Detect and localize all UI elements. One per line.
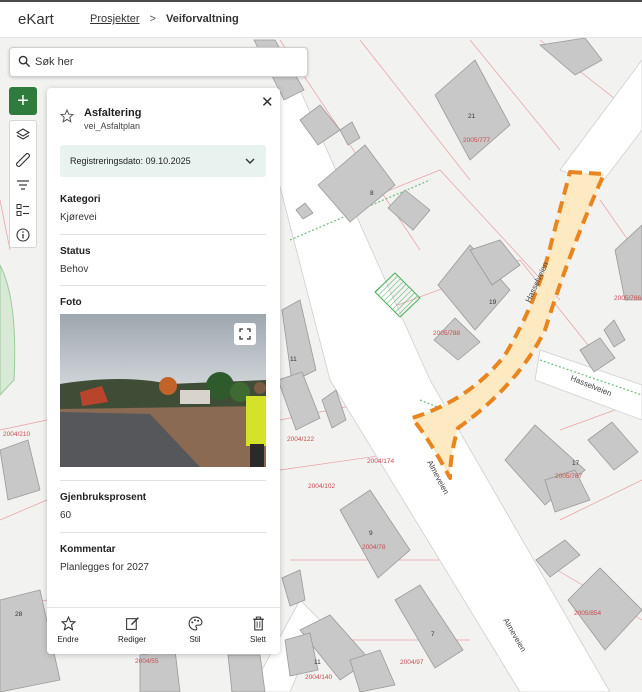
map-toolbar xyxy=(9,120,37,248)
comment-value: Planlegges for 2027 xyxy=(60,562,149,573)
parcel-label: 2004/174 xyxy=(367,458,394,465)
legend-icon xyxy=(16,204,29,216)
layers-icon xyxy=(16,128,30,140)
house-number: 28 xyxy=(15,611,23,618)
chevron-down-icon xyxy=(244,154,256,172)
info-button[interactable] xyxy=(10,223,36,247)
parcel-label: 2004/97 xyxy=(400,659,424,666)
comment-label: Kommentar xyxy=(60,544,116,555)
expand-photo-button[interactable] xyxy=(234,323,256,345)
divider xyxy=(60,480,266,481)
divider xyxy=(60,234,266,235)
app-logo[interactable]: eKart xyxy=(18,11,54,28)
reuse-percent-value: 60 xyxy=(60,510,72,521)
parcel-label: 2004/55 xyxy=(135,658,159,665)
style-label: Stil xyxy=(189,635,201,644)
plus-icon: + xyxy=(17,90,29,112)
star-icon xyxy=(59,108,75,128)
feature-layer-name: vei_Asfaltplan xyxy=(84,121,141,131)
house-number: 21 xyxy=(468,113,476,120)
registration-date-label: Registreringsdato: 09.10.2025 xyxy=(70,156,191,166)
legend-button[interactable] xyxy=(10,198,36,222)
parcel-label: 2004/102 xyxy=(308,483,335,490)
delete-label: Slett xyxy=(249,635,266,644)
house-number: 11 xyxy=(290,356,297,363)
parcel-label: 2005/854 xyxy=(574,610,601,617)
info-icon xyxy=(16,228,30,242)
parcel-label: 2005/777 xyxy=(463,137,490,144)
trash-icon xyxy=(233,616,283,634)
parcel-label: 2004/140 xyxy=(305,674,332,681)
measure-button[interactable] xyxy=(10,148,36,172)
feature-photo[interactable] xyxy=(60,314,266,467)
filter-button[interactable] xyxy=(10,173,36,197)
search-bar[interactable]: Søk her xyxy=(9,47,308,77)
edit-button[interactable]: Rediger xyxy=(107,616,157,652)
house-number: 8 xyxy=(370,190,374,197)
palette-icon xyxy=(170,616,220,634)
star-outline-icon xyxy=(43,615,93,634)
status-label: Status xyxy=(60,246,91,257)
pencil-icon xyxy=(107,616,157,634)
edit-shape-label: Endre xyxy=(57,635,79,644)
breadcrumb-projects-link[interactable]: Prosjekter xyxy=(90,13,140,25)
parcel-label: 2004/78 xyxy=(362,544,386,551)
delete-button[interactable]: Slett xyxy=(233,616,283,652)
breadcrumb-current: Veiforvaltning xyxy=(165,13,239,25)
photo-label: Foto xyxy=(60,297,82,308)
registration-date-dropdown[interactable]: Registreringsdato: 09.10.2025 xyxy=(60,145,266,177)
status-value: Behov xyxy=(60,264,89,275)
house-number: 19 xyxy=(489,299,497,306)
divider xyxy=(60,285,266,286)
feature-title: Asfaltering xyxy=(84,107,142,119)
house-number: 9 xyxy=(369,530,373,537)
breadcrumb: Prosjekter > Veiforvaltning xyxy=(90,13,239,25)
house-number: 11 xyxy=(314,659,321,666)
edit-label: Rediger xyxy=(117,635,146,644)
house-number: 7 xyxy=(431,631,435,638)
reuse-percent-label: Gjenbruksprosent xyxy=(60,492,147,503)
add-button[interactable]: + xyxy=(9,87,37,115)
search-input[interactable]: Søk her xyxy=(35,56,74,68)
parcel-label: 2005/788 xyxy=(433,330,460,337)
parcel-label: 2005/786 xyxy=(614,295,641,302)
layers-button[interactable] xyxy=(10,123,36,147)
fullscreen-icon xyxy=(239,328,251,340)
chevron-right-icon: > xyxy=(149,13,156,25)
ruler-icon xyxy=(16,153,30,167)
category-value: Kjørevei xyxy=(60,212,97,223)
parcel-label: 2004/122 xyxy=(287,436,314,443)
edit-shape-button[interactable]: Endre xyxy=(43,615,93,652)
close-panel-button[interactable]: ✕ xyxy=(261,93,274,111)
search-icon xyxy=(18,55,31,73)
top-bar: eKart Prosjekter > Veiforvaltning xyxy=(0,0,642,38)
house-number: 17 xyxy=(572,460,580,467)
category-label: Kategori xyxy=(60,194,101,205)
feature-info-panel: Asfaltering vei_Asfaltplan ✕ Registrerin… xyxy=(47,88,280,654)
filter-icon xyxy=(17,180,29,190)
parcel-label: 2004/210 xyxy=(3,431,30,438)
parcel-label: 2005/787 xyxy=(555,473,582,480)
registration-date-value: 09.10.2025 xyxy=(145,156,191,166)
panel-action-bar: Endre Rediger Stil Slett xyxy=(47,607,280,655)
style-button[interactable]: Stil xyxy=(170,616,220,652)
close-icon: ✕ xyxy=(261,94,274,111)
divider xyxy=(60,532,266,533)
